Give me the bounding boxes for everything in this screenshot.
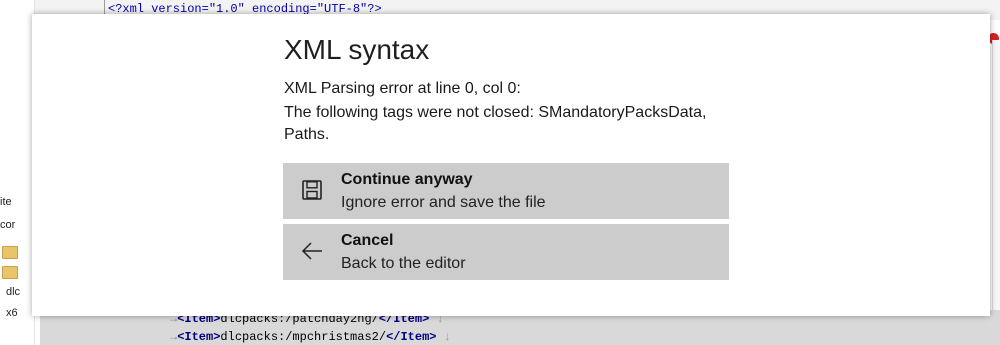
error-message-line: The following tags were not closed: SMan…	[284, 104, 707, 121]
xml-error-dialog: XML syntax XML Parsing error at line 0, …	[32, 14, 990, 316]
folder-icon	[2, 266, 18, 279]
code-line: →<Item>dlcpacks:/mpchristmas2/</Item> ↓	[170, 330, 451, 344]
save-icon	[301, 179, 323, 201]
file-tree-label: cor	[0, 219, 16, 231]
cancel-button[interactable]: Cancel Back to the editor	[283, 224, 729, 280]
cancel-description: Back to the editor	[341, 255, 466, 272]
file-tree-label: x6	[6, 307, 18, 319]
error-message-line: XML Parsing error at line 0, col 0:	[284, 80, 521, 97]
continue-anyway-button[interactable]: Continue anyway Ignore error and save th…	[283, 163, 729, 219]
dialog-title: XML syntax	[284, 34, 430, 65]
cancel-label: Cancel	[341, 232, 394, 249]
error-message-line: Paths.	[284, 126, 330, 143]
folder-icon	[2, 246, 18, 259]
scrollbar[interactable]	[992, 40, 1000, 330]
file-tree-label: dlc	[6, 286, 21, 298]
file-tree-label: ite	[0, 196, 12, 208]
continue-anyway-label: Continue anyway	[341, 171, 473, 188]
file-tree-panel: ite cor dlc x6	[0, 0, 35, 345]
continue-anyway-description: Ignore error and save the file	[341, 194, 546, 211]
back-arrow-icon	[301, 240, 323, 262]
